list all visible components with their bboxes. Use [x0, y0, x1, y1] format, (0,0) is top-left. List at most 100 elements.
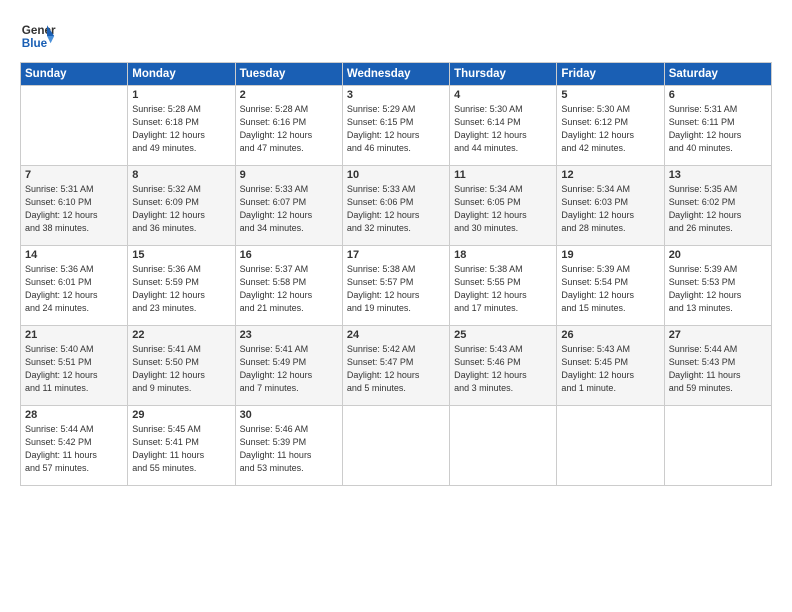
logo-icon: General Blue: [20, 18, 56, 54]
day-info: Sunrise: 5:38 AM Sunset: 5:57 PM Dayligh…: [347, 263, 445, 315]
calendar-cell: 29 Sunrise: 5:45 AM Sunset: 5:41 PM Dayli…: [128, 406, 235, 486]
day-number: 16: [240, 249, 338, 261]
day-info: Sunrise: 5:39 AM Sunset: 5:53 PM Dayligh…: [669, 263, 767, 315]
weekday-header-wednesday: Wednesday: [342, 63, 449, 86]
day-number: 10: [347, 169, 445, 181]
day-number: 7: [25, 169, 123, 181]
day-info: Sunrise: 5:36 AM Sunset: 6:01 PM Dayligh…: [25, 263, 123, 315]
calendar-cell: 24 Sunrise: 5:42 AM Sunset: 5:47 PM Dayli…: [342, 326, 449, 406]
day-info: Sunrise: 5:35 AM Sunset: 6:02 PM Dayligh…: [669, 183, 767, 235]
day-number: 23: [240, 329, 338, 341]
day-number: 28: [25, 409, 123, 421]
calendar-cell: 12 Sunrise: 5:34 AM Sunset: 6:03 PM Dayli…: [557, 166, 664, 246]
day-number: 27: [669, 329, 767, 341]
day-info: Sunrise: 5:41 AM Sunset: 5:50 PM Dayligh…: [132, 343, 230, 395]
svg-text:Blue: Blue: [22, 37, 48, 50]
weekday-header-sunday: Sunday: [21, 63, 128, 86]
day-info: Sunrise: 5:34 AM Sunset: 6:05 PM Dayligh…: [454, 183, 552, 235]
calendar-cell: [342, 406, 449, 486]
day-number: 29: [132, 409, 230, 421]
weekday-header-friday: Friday: [557, 63, 664, 86]
day-number: 11: [454, 169, 552, 181]
day-info: Sunrise: 5:36 AM Sunset: 5:59 PM Dayligh…: [132, 263, 230, 315]
weekday-header-tuesday: Tuesday: [235, 63, 342, 86]
calendar-cell: 20 Sunrise: 5:39 AM Sunset: 5:53 PM Dayli…: [664, 246, 771, 326]
day-info: Sunrise: 5:43 AM Sunset: 5:45 PM Dayligh…: [561, 343, 659, 395]
day-info: Sunrise: 5:30 AM Sunset: 6:12 PM Dayligh…: [561, 103, 659, 155]
calendar-table: SundayMondayTuesdayWednesdayThursdayFrid…: [20, 62, 772, 486]
calendar-cell: 5 Sunrise: 5:30 AM Sunset: 6:12 PM Daylig…: [557, 86, 664, 166]
calendar-cell: 11 Sunrise: 5:34 AM Sunset: 6:05 PM Dayli…: [450, 166, 557, 246]
day-info: Sunrise: 5:39 AM Sunset: 5:54 PM Dayligh…: [561, 263, 659, 315]
day-info: Sunrise: 5:33 AM Sunset: 6:06 PM Dayligh…: [347, 183, 445, 235]
calendar-week-row: 7 Sunrise: 5:31 AM Sunset: 6:10 PM Daylig…: [21, 166, 772, 246]
day-info: Sunrise: 5:31 AM Sunset: 6:11 PM Dayligh…: [669, 103, 767, 155]
calendar-cell: [450, 406, 557, 486]
calendar-cell: 18Sunrise: 5:38 AM Sunset: 5:55 PM Dayli…: [450, 246, 557, 326]
calendar-cell: 3 Sunrise: 5:29 AM Sunset: 6:15 PM Daylig…: [342, 86, 449, 166]
day-number: 5: [561, 89, 659, 101]
calendar-cell: 13 Sunrise: 5:35 AM Sunset: 6:02 PM Dayli…: [664, 166, 771, 246]
day-info: Sunrise: 5:30 AM Sunset: 6:14 PM Dayligh…: [454, 103, 552, 155]
day-info: Sunrise: 5:38 AM Sunset: 5:55 PM Dayligh…: [454, 263, 552, 315]
day-number: 1: [132, 89, 230, 101]
day-info: Sunrise: 5:31 AM Sunset: 6:10 PM Dayligh…: [25, 183, 123, 235]
calendar-cell: [664, 406, 771, 486]
calendar-cell: 27 Sunrise: 5:44 AM Sunset: 5:43 PM Dayli…: [664, 326, 771, 406]
day-number: 12: [561, 169, 659, 181]
calendar-cell: 9 Sunrise: 5:33 AM Sunset: 6:07 PM Daylig…: [235, 166, 342, 246]
calendar-cell: 23 Sunrise: 5:41 AM Sunset: 5:49 PM Dayli…: [235, 326, 342, 406]
weekday-header-row: SundayMondayTuesdayWednesdayThursdayFrid…: [21, 63, 772, 86]
day-number: 15: [132, 249, 230, 261]
calendar-cell: 2Sunrise: 5:28 AM Sunset: 6:16 PM Daylig…: [235, 86, 342, 166]
calendar-cell: [557, 406, 664, 486]
weekday-header-saturday: Saturday: [664, 63, 771, 86]
day-info: Sunrise: 5:46 AM Sunset: 5:39 PM Dayligh…: [240, 423, 338, 475]
day-number: 26: [561, 329, 659, 341]
calendar-cell: 14 Sunrise: 5:36 AM Sunset: 6:01 PM Dayli…: [21, 246, 128, 326]
day-info: Sunrise: 5:45 AM Sunset: 5:41 PM Dayligh…: [132, 423, 230, 475]
calendar-cell: 16 Sunrise: 5:37 AM Sunset: 5:58 PM Dayli…: [235, 246, 342, 326]
day-info: Sunrise: 5:44 AM Sunset: 5:43 PM Dayligh…: [669, 343, 767, 395]
day-info: Sunrise: 5:34 AM Sunset: 6:03 PM Dayligh…: [561, 183, 659, 235]
calendar-cell: 22Sunrise: 5:41 AM Sunset: 5:50 PM Dayli…: [128, 326, 235, 406]
calendar-cell: 10 Sunrise: 5:33 AM Sunset: 6:06 PM Dayli…: [342, 166, 449, 246]
day-info: Sunrise: 5:28 AM Sunset: 6:16 PM Dayligh…: [240, 103, 338, 155]
calendar-cell: 30 Sunrise: 5:46 AM Sunset: 5:39 PM Dayli…: [235, 406, 342, 486]
calendar-cell: 25Sunrise: 5:43 AM Sunset: 5:46 PM Dayli…: [450, 326, 557, 406]
day-info: Sunrise: 5:42 AM Sunset: 5:47 PM Dayligh…: [347, 343, 445, 395]
header: General Blue: [20, 18, 772, 54]
day-number: 14: [25, 249, 123, 261]
day-info: Sunrise: 5:40 AM Sunset: 5:51 PM Dayligh…: [25, 343, 123, 395]
calendar-cell: 26 Sunrise: 5:43 AM Sunset: 5:45 PM Dayli…: [557, 326, 664, 406]
calendar-cell: 15 Sunrise: 5:36 AM Sunset: 5:59 PM Dayli…: [128, 246, 235, 326]
calendar-week-row: 1 Sunrise: 5:28 AM Sunset: 6:18 PM Daylig…: [21, 86, 772, 166]
calendar-cell: 28 Sunrise: 5:44 AM Sunset: 5:42 PM Dayli…: [21, 406, 128, 486]
day-number: 3: [347, 89, 445, 101]
day-number: 21: [25, 329, 123, 341]
weekday-header-thursday: Thursday: [450, 63, 557, 86]
day-number: 4: [454, 89, 552, 101]
logo: General Blue: [20, 18, 56, 54]
calendar-cell: [21, 86, 128, 166]
day-number: 24: [347, 329, 445, 341]
day-info: Sunrise: 5:32 AM Sunset: 6:09 PM Dayligh…: [132, 183, 230, 235]
day-number: 9: [240, 169, 338, 181]
day-info: Sunrise: 5:41 AM Sunset: 5:49 PM Dayligh…: [240, 343, 338, 395]
day-number: 30: [240, 409, 338, 421]
calendar-cell: 8Sunrise: 5:32 AM Sunset: 6:09 PM Daylig…: [128, 166, 235, 246]
calendar-cell: 17 Sunrise: 5:38 AM Sunset: 5:57 PM Dayli…: [342, 246, 449, 326]
day-number: 20: [669, 249, 767, 261]
calendar-week-row: 14 Sunrise: 5:36 AM Sunset: 6:01 PM Dayli…: [21, 246, 772, 326]
day-number: 19: [561, 249, 659, 261]
day-number: 17: [347, 249, 445, 261]
day-info: Sunrise: 5:44 AM Sunset: 5:42 PM Dayligh…: [25, 423, 123, 475]
day-info: Sunrise: 5:29 AM Sunset: 6:15 PM Dayligh…: [347, 103, 445, 155]
calendar-cell: 6Sunrise: 5:31 AM Sunset: 6:11 PM Daylig…: [664, 86, 771, 166]
day-info: Sunrise: 5:37 AM Sunset: 5:58 PM Dayligh…: [240, 263, 338, 315]
day-number: 13: [669, 169, 767, 181]
day-info: Sunrise: 5:28 AM Sunset: 6:18 PM Dayligh…: [132, 103, 230, 155]
calendar-week-row: 28 Sunrise: 5:44 AM Sunset: 5:42 PM Dayli…: [21, 406, 772, 486]
weekday-header-monday: Monday: [128, 63, 235, 86]
day-info: Sunrise: 5:33 AM Sunset: 6:07 PM Dayligh…: [240, 183, 338, 235]
